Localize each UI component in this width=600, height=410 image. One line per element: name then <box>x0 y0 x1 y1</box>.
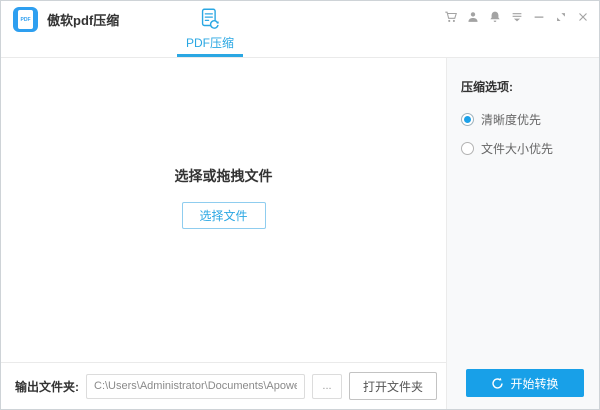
browse-button[interactable]: ... <box>311 373 342 399</box>
content-area: 选择或拖拽文件 选择文件 输出文件夹: ... 打开文件夹 压缩选项: 清晰度优… <box>1 58 599 409</box>
start-convert-button[interactable]: 开始转换 <box>466 369 584 397</box>
option-filesize-priority[interactable]: 文件大小优先 <box>461 140 587 157</box>
active-tab-underline <box>177 54 243 57</box>
drop-zone-title: 选择或拖拽文件 <box>174 167 273 184</box>
output-folder-label: 输出文件夹: <box>15 379 79 394</box>
app-title: 傲软pdf压缩 <box>47 13 120 28</box>
tab-pdf-compress[interactable]: PDF压缩 <box>177 6 243 51</box>
pdf-compress-icon <box>201 8 219 29</box>
select-file-button[interactable]: 选择文件 <box>181 201 266 229</box>
start-convert-label: 开始转换 <box>510 376 559 391</box>
open-folder-button[interactable]: 打开文件夹 <box>348 372 437 400</box>
options-group: 压缩选项: 清晰度优先 文件大小优先 <box>461 78 587 169</box>
tab-label: PDF压缩 <box>185 36 234 50</box>
app-logo-pdf-text: PDF <box>18 10 33 29</box>
option-label: 文件大小优先 <box>481 142 554 156</box>
app-window: PDF 傲软pdf压缩 PDF压缩 选择或拖拽文件 选择文件 输出文件夹: C:… <box>0 0 600 410</box>
radio-unselected-icon[interactable] <box>461 142 474 155</box>
title-bar: PDF 傲软pdf压缩 PDF压缩 <box>1 1 599 58</box>
output-folder-bar: 输出文件夹: ... 打开文件夹 <box>1 362 446 409</box>
file-drop-zone[interactable]: 选择或拖拽文件 选择文件 <box>1 58 446 362</box>
option-clarity-priority[interactable]: 清晰度优先 <box>461 111 587 128</box>
main-column: 选择或拖拽文件 选择文件 输出文件夹: ... 打开文件夹 <box>1 58 446 409</box>
bell-icon[interactable] <box>487 9 502 24</box>
convert-arrow-icon <box>492 377 504 389</box>
maximize-icon[interactable] <box>553 9 568 24</box>
window-toolbar <box>443 9 590 24</box>
minimize-icon[interactable] <box>531 9 546 24</box>
user-icon[interactable] <box>465 9 480 24</box>
output-path-input[interactable] <box>86 373 305 399</box>
options-title: 压缩选项: <box>461 80 513 94</box>
radio-selected-icon[interactable] <box>461 113 474 126</box>
close-icon[interactable] <box>575 9 590 24</box>
app-logo-icon: PDF <box>13 7 38 32</box>
option-label: 清晰度优先 <box>481 113 542 127</box>
cart-icon[interactable] <box>443 9 458 24</box>
app-brand: PDF 傲软pdf压缩 <box>13 7 119 32</box>
menu-icon[interactable] <box>509 9 524 24</box>
options-panel: 压缩选项: 清晰度优先 文件大小优先 开始转换 <box>446 58 599 409</box>
